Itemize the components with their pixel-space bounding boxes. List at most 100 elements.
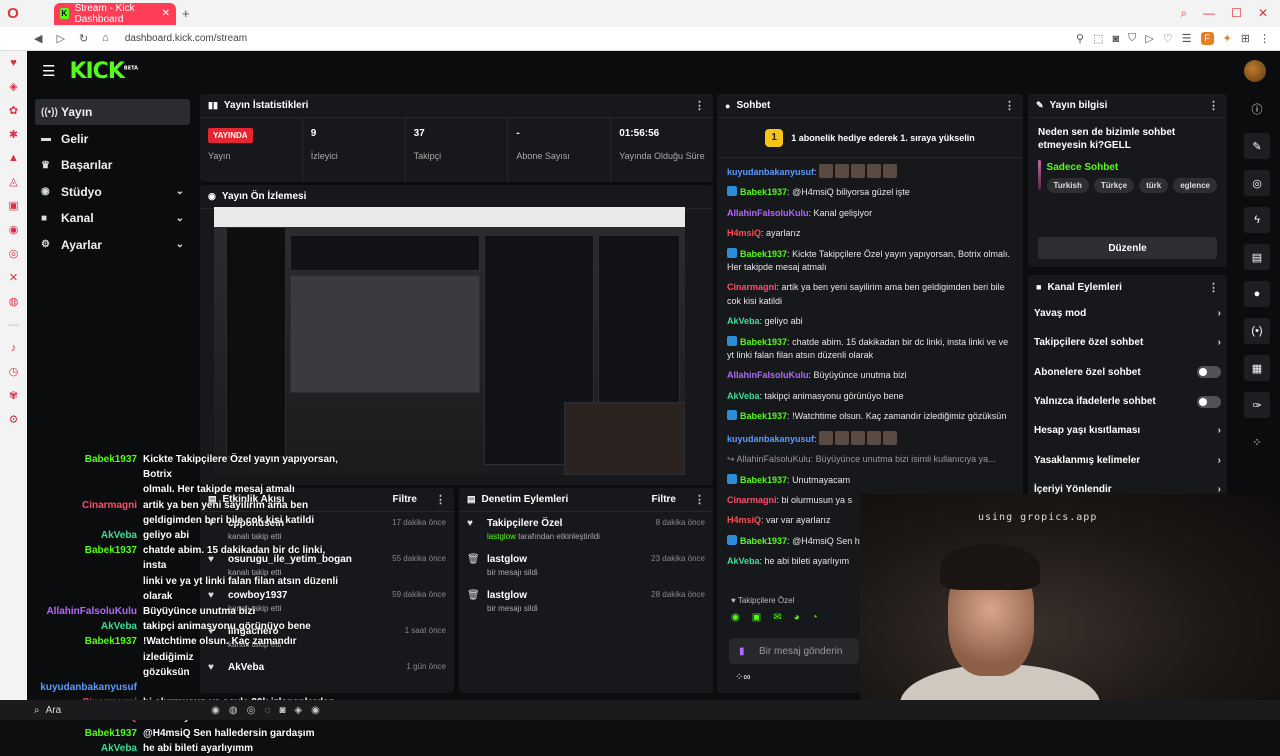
filter-button[interactable]: Filtre [393, 494, 417, 505]
extension-icon[interactable]: ✦ [1223, 32, 1232, 45]
account-age-row[interactable]: Hesap yaşı kısıtlaması › [1028, 416, 1227, 445]
emote-icon[interactable]: ◔ [812, 612, 818, 623]
camera-icon[interactable]: ◙ [1112, 33, 1119, 45]
url-field[interactable]: dashboard.kick.com/stream [125, 33, 247, 44]
search-tabs-icon[interactable]: ⌕ [1180, 6, 1187, 21]
back-icon[interactable]: ◀ [34, 32, 42, 45]
extension-f-icon[interactable]: F [1200, 32, 1214, 45]
reload-icon[interactable]: ↻ [79, 32, 88, 45]
music-icon[interactable]: ♪ [11, 342, 17, 354]
redirect-row[interactable]: İçeriyi Yönlendir › [1028, 475, 1227, 496]
close-tab-icon[interactable]: ✕ [162, 8, 170, 19]
followers-only-row[interactable]: Takipçilere özel sohbet › [1028, 328, 1227, 357]
forward-icon[interactable]: ▷ [56, 32, 64, 45]
cube-icon[interactable]: ▲ [8, 152, 19, 164]
more-options-icon[interactable]: ⋮ [1004, 99, 1015, 112]
more-options-icon[interactable]: ⋮ [1208, 281, 1219, 294]
document-icon[interactable]: ▤ [1244, 244, 1270, 270]
nav-item-studyo[interactable]: ◉ Stüdyo ⌄ [35, 179, 190, 205]
menu-icon[interactable]: ☰ [1182, 32, 1192, 45]
home-icon[interactable]: ⌂ [102, 32, 109, 45]
more-options-icon[interactable]: ⋮ [1208, 99, 1219, 112]
chat-username[interactable]: AllahinFalsoluKulu [727, 208, 809, 218]
filter-button[interactable]: Filtre [652, 494, 676, 505]
chat-username[interactable]: Babek1937 [740, 475, 787, 485]
discord-icon[interactable]: ◍ [9, 295, 19, 308]
chat-username[interactable]: AkVeba [727, 556, 760, 566]
spotify-icon[interactable]: ◉ [311, 705, 320, 716]
pencil-icon[interactable]: ✎ [1244, 133, 1270, 159]
emotes-only-toggle[interactable] [1197, 395, 1221, 408]
app-icon[interactable]: ◍ [229, 705, 238, 716]
discord-icon[interactable]: ◙ [279, 705, 285, 716]
gift-sub-banner[interactable]: 11 abonelik hediye ederek 1. sıraya yüks… [717, 118, 1023, 158]
x-icon[interactable]: ✕ [9, 271, 18, 284]
more-options-icon[interactable]: ⋮ [694, 493, 705, 506]
chat-username[interactable]: Babek1937 [740, 411, 787, 421]
kick-logo[interactable]: KICKBETA [69, 59, 138, 84]
gift-icon[interactable]: ◈ [9, 80, 17, 93]
opera-logo-icon[interactable]: O [0, 0, 26, 27]
app-icon[interactable]: ◎ [247, 705, 256, 716]
more-options-icon[interactable]: ⋮ [694, 99, 705, 112]
steam-icon[interactable]: ◈ [294, 705, 302, 716]
chat-username[interactable]: AkVeba [727, 316, 760, 326]
chat-settings-icon[interactable]: ⁘∞ [735, 672, 751, 683]
chat-username[interactable]: Babek1937 [740, 536, 787, 546]
extensions-icon[interactable]: ⊞ [1241, 32, 1250, 45]
nav-item-ayarlar[interactable]: ⚙ Ayarlar ⌄ [35, 232, 190, 258]
chat-username[interactable]: AkVeba [727, 391, 760, 401]
emote-icon[interactable]: ✉ [773, 612, 781, 623]
shield-icon[interactable]: ⛉ [1128, 32, 1136, 45]
chat-username[interactable]: Babek1937 [740, 249, 787, 259]
new-tab-button[interactable]: + [182, 6, 190, 21]
chat-username[interactable]: H4msiQ [727, 515, 761, 525]
whatsapp-icon[interactable]: ◉ [9, 223, 19, 236]
warning-icon[interactable]: ◬ [9, 175, 17, 188]
broadcast-icon[interactable]: (•) [1244, 318, 1270, 344]
star-icon[interactable]: ✱ [9, 128, 18, 141]
chat-input[interactable]: ▮ Bir mesaj gönderin [729, 638, 859, 664]
play-icon[interactable]: ▷ [1145, 32, 1153, 45]
chat-username[interactable]: Babek1937 [740, 337, 787, 347]
bug-icon[interactable]: ✿ [9, 104, 18, 117]
slow-mode-row[interactable]: Yavaş mod › [1028, 299, 1227, 328]
bolt-icon[interactable]: ϟ [1244, 207, 1270, 233]
nav-item-basarilar[interactable]: ♛ Başarılar [35, 152, 190, 178]
app-icon[interactable]: ◌ [264, 705, 270, 716]
twitch-icon[interactable]: ▣ [8, 199, 18, 212]
category-name[interactable]: Sadece Sohbet [1047, 162, 1217, 173]
heart-icon[interactable]: ♥ [10, 57, 17, 69]
banned-words-row[interactable]: Yasaklanmış kelimeler › [1028, 445, 1227, 474]
chat-username[interactable]: AllahinFalsoluKulu [727, 370, 809, 380]
target-icon[interactable]: ◎ [1244, 170, 1270, 196]
gift-icon[interactable]: ✾ [9, 389, 18, 402]
clock-icon[interactable]: ◷ [9, 365, 19, 378]
nav-item-gelir[interactable]: ▬ Gelir [35, 126, 190, 152]
taskbar-search[interactable]: ⌕ Ara [34, 705, 61, 716]
dots-icon[interactable]: ⁘ [1244, 429, 1270, 455]
nav-item-kanal[interactable]: ■ Kanal ⌄ [35, 205, 190, 231]
more-options-icon[interactable]: ⋮ [435, 493, 446, 506]
chat-username[interactable]: Cinarmagni [727, 495, 777, 505]
whatsapp-icon[interactable]: ◉ [211, 705, 220, 716]
downloads-icon[interactable]: ⋮ [1259, 32, 1270, 45]
emote-icon[interactable]: ▣ [752, 612, 761, 623]
stream-preview[interactable] [214, 207, 685, 475]
subscribers-only-toggle[interactable] [1197, 366, 1221, 379]
emote-icon[interactable]: ◉ [731, 612, 740, 623]
chat-username[interactable]: kuyudanbakanyusuf [727, 167, 814, 177]
gear-icon[interactable]: ⚙ [9, 413, 19, 426]
chat-bubble-icon[interactable]: ● [1244, 281, 1270, 307]
snapshot-icon[interactable]: ⬚ [1093, 32, 1103, 45]
maximize-icon[interactable]: ☐ [1231, 6, 1242, 21]
close-window-icon[interactable]: ✕ [1258, 6, 1268, 21]
avatar[interactable] [1244, 60, 1266, 82]
heart-icon[interactable]: ♡ [1163, 32, 1173, 45]
emote-icon[interactable]: ◕ [794, 612, 800, 623]
nav-item-yayin[interactable]: ((•)) Yayın [35, 99, 190, 125]
instagram-icon[interactable]: ◎ [9, 247, 19, 260]
pin-icon[interactable]: ⚲ [1076, 32, 1084, 45]
info-icon[interactable]: ⓘ [1244, 96, 1270, 122]
hamburger-menu-icon[interactable]: ☰ [42, 62, 55, 80]
